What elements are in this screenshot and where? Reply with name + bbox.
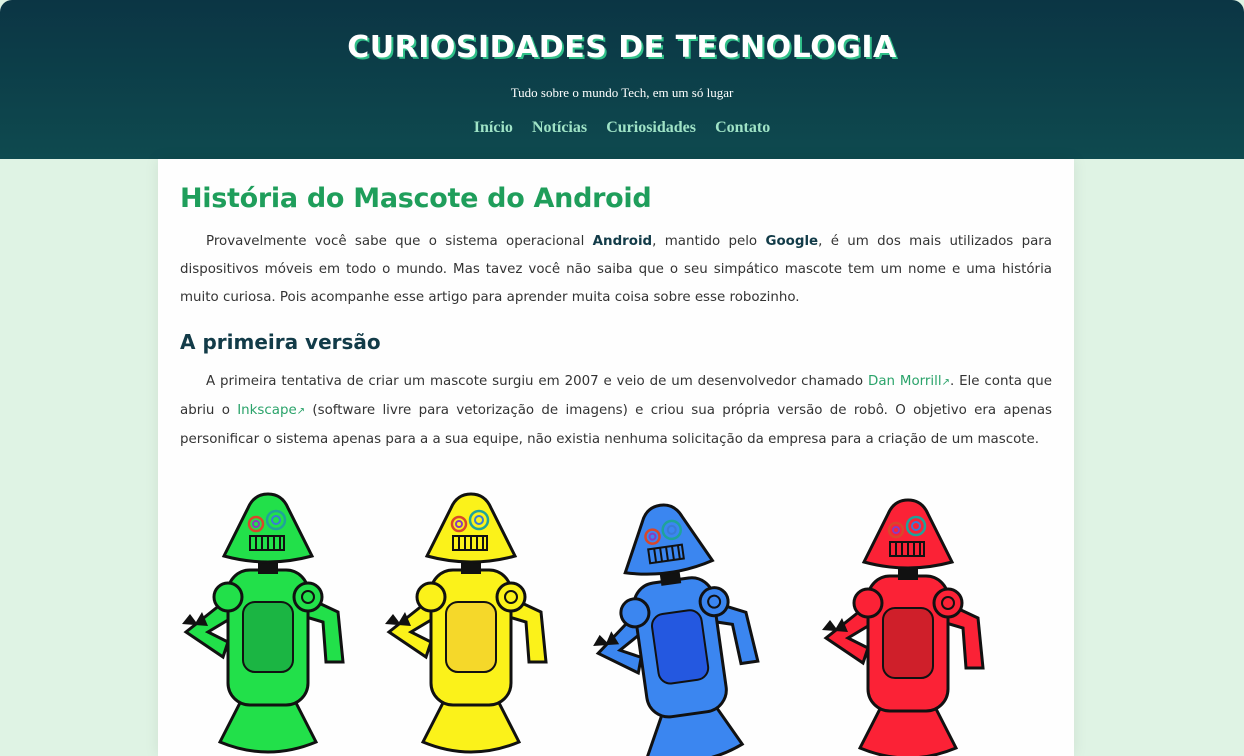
google-bold: Google xyxy=(765,234,819,249)
nav-link-inicio[interactable]: Início xyxy=(474,119,513,136)
article-title: História do Mascote do Android xyxy=(180,183,652,214)
article: História do Mascote do Android Provavelm… xyxy=(158,159,1074,756)
nav-link-contato[interactable]: Contato xyxy=(715,119,770,136)
android-bold: Android xyxy=(592,234,653,249)
site-header: CURIOSIDADES DE TECNOLOGIA Tudo sobre o … xyxy=(0,0,1244,159)
robot-mascots-image xyxy=(180,492,985,756)
robot-red xyxy=(820,498,985,756)
intro-paragraph: Provavelmente você sabe que o sistema op… xyxy=(180,234,1053,305)
nav-link-noticias[interactable]: Notícias xyxy=(532,119,587,136)
section-paragraph: A primeira tentativa de criar um mascote… xyxy=(180,374,1053,447)
dan-morrill-link[interactable]: Dan Morrill↗ xyxy=(868,374,950,389)
section-heading: A primeira versão xyxy=(180,330,381,354)
external-link-icon: ↗ xyxy=(296,406,306,417)
robot-yellow xyxy=(383,492,548,754)
inkscape-link[interactable]: Inkscape↗ xyxy=(237,403,305,418)
nav-link-curiosidades[interactable]: Curiosidades xyxy=(606,119,696,136)
main-nav: Início Notícias Curiosidades Contato xyxy=(0,117,1244,137)
robot-green xyxy=(180,492,345,754)
robot-blue xyxy=(573,493,772,756)
site-tagline: Tudo sobre o mundo Tech, em um só lugar xyxy=(510,85,734,100)
external-link-icon: ↗ xyxy=(941,377,950,388)
page: CURIOSIDADES DE TECNOLOGIA Tudo sobre o … xyxy=(0,0,1244,756)
site-title: CURIOSIDADES DE TECNOLOGIA xyxy=(347,30,897,65)
